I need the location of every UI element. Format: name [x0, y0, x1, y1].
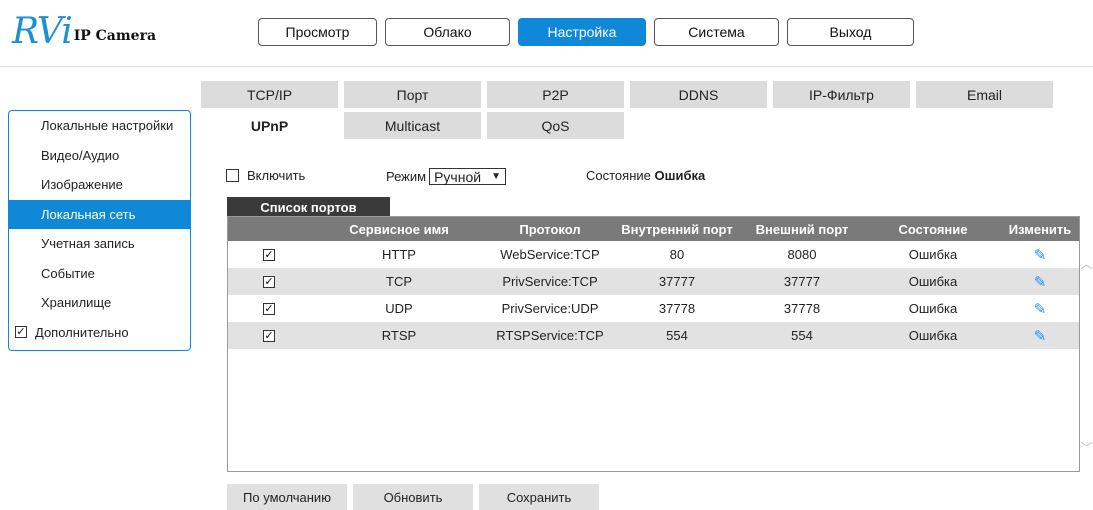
pencil-icon[interactable]: ✎: [1034, 300, 1047, 318]
row-internal-port: 554: [666, 328, 688, 343]
col-external-port: Внешний порт: [755, 221, 849, 237]
row-internal-port: 37778: [658, 301, 696, 316]
sidebar: Локальные настройки Видео/Аудио Изображе…: [8, 110, 191, 351]
row-state: Ошибка: [908, 274, 958, 289]
nav-view-button[interactable]: Просмотр: [258, 18, 377, 46]
advanced-checkbox[interactable]: ✓: [15, 326, 27, 339]
sidebar-item-account[interactable]: Учетная запись: [9, 229, 190, 259]
tab-ip-filter[interactable]: IP-Фильтр: [773, 81, 910, 108]
pencil-icon[interactable]: ✎: [1034, 273, 1047, 291]
col-service-name: Сервисное имя: [349, 221, 449, 237]
top-nav: Просмотр Облако Настройка Система Выход: [258, 18, 914, 46]
row-state: Ошибка: [908, 247, 958, 262]
state-value: Ошибка: [654, 168, 706, 183]
refresh-button[interactable]: Обновить: [353, 484, 473, 510]
pencil-icon[interactable]: ✎: [1034, 327, 1047, 345]
row-external-port: 37777: [783, 274, 821, 289]
port-list: Сервисное имя Протокол Внутренний порт В…: [227, 216, 1080, 472]
port-table-header: Сервисное имя Протокол Внутренний порт В…: [228, 217, 1079, 241]
row-state: Ошибка: [908, 328, 958, 343]
row-service-name: RTSP: [381, 328, 417, 343]
row-service-name: UDP: [385, 301, 413, 316]
state-label: Состояние: [586, 168, 651, 183]
enable-control: Включить: [226, 168, 305, 183]
tab-ddns[interactable]: DDNS: [630, 81, 767, 108]
header-divider: [0, 66, 1093, 67]
port-list-title: Список портов: [227, 197, 390, 217]
table-row: ✓ UDP PrivService:UDP 37778 37778 Ошибка…: [228, 295, 1079, 322]
nav-system-button[interactable]: Система: [654, 18, 779, 46]
tab-email[interactable]: Email: [916, 81, 1053, 108]
action-buttons: По умолчанию Обновить Сохранить: [227, 484, 599, 510]
row-protocol: RTSPService:TCP: [496, 328, 604, 343]
row-checkbox[interactable]: ✓: [263, 248, 275, 261]
tab-p2p[interactable]: P2P: [487, 81, 624, 108]
scroll-up-icon[interactable]: ︿: [1080, 255, 1093, 271]
row-internal-port: 80: [669, 247, 685, 262]
row-service-name: TCP: [386, 274, 412, 289]
col-edit: Изменить: [1008, 221, 1072, 237]
save-button[interactable]: Сохранить: [479, 484, 599, 510]
chevron-down-icon: ▼: [491, 171, 501, 182]
scroll-down-icon[interactable]: ﹀: [1080, 439, 1093, 455]
nav-cloud-button[interactable]: Облако: [385, 18, 510, 46]
row-internal-port: 37777: [658, 274, 696, 289]
mode-select[interactable]: Ручной ▼: [429, 168, 506, 185]
mode-control: Режим Ручной ▼: [386, 168, 506, 185]
table-row: ✓ HTTP WebService:TCP 80 8080 Ошибка ✎: [228, 241, 1079, 268]
network-tabs: TCP/IP Порт P2P DDNS IP-Фильтр Email UPn…: [201, 81, 1053, 139]
enable-checkbox[interactable]: [226, 169, 239, 182]
col-state: Состояние: [898, 221, 968, 237]
default-button[interactable]: По умолчанию: [227, 484, 347, 510]
row-external-port: 37778: [783, 301, 821, 316]
table-row: ✓ RTSP RTSPService:TCP 554 554 Ошибка ✎: [228, 322, 1079, 349]
row-state: Ошибка: [908, 301, 958, 316]
pencil-icon[interactable]: ✎: [1034, 246, 1047, 264]
tab-port[interactable]: Порт: [344, 81, 481, 108]
sidebar-item-advanced-label: Дополнительно: [35, 324, 129, 340]
table-row: ✓ TCP PrivService:TCP 37777 37777 Ошибка…: [228, 268, 1079, 295]
logo-text: IP Camera: [73, 28, 157, 44]
sidebar-item-local-settings[interactable]: Локальные настройки: [9, 111, 190, 141]
col-internal-port: Внутренний порт: [621, 221, 733, 237]
enable-label: Включить: [247, 168, 306, 183]
sidebar-item-advanced[interactable]: ✓ Дополнительно: [9, 318, 190, 348]
row-checkbox[interactable]: ✓: [263, 275, 275, 288]
row-external-port: 554: [791, 328, 813, 343]
scrollbar[interactable]: ︿ ﹀: [1080, 241, 1093, 472]
row-protocol: PrivService:UDP: [501, 301, 599, 316]
mode-value: Ручной: [434, 168, 482, 185]
sidebar-item-event[interactable]: Событие: [9, 259, 190, 289]
nav-exit-button[interactable]: Выход: [787, 18, 914, 46]
logo: RVi IP Camera: [12, 14, 156, 50]
col-protocol: Протокол: [519, 221, 581, 237]
sidebar-item-storage[interactable]: Хранилище: [9, 288, 190, 318]
row-external-port: 8080: [787, 247, 817, 262]
logo-mark: RVi: [12, 11, 73, 52]
nav-settings-button[interactable]: Настройка: [518, 18, 646, 46]
row-protocol: PrivService:TCP: [502, 274, 598, 289]
sidebar-item-network[interactable]: Локальная сеть: [9, 199, 190, 229]
row-checkbox[interactable]: ✓: [263, 329, 275, 342]
sidebar-item-video-audio[interactable]: Видео/Аудио: [9, 141, 190, 171]
tab-upnp[interactable]: UPnP: [201, 112, 338, 139]
row-service-name: HTTP: [382, 247, 416, 262]
row-protocol: WebService:TCP: [500, 247, 600, 262]
tab-multicast[interactable]: Multicast: [344, 112, 481, 139]
state-control: Состояние Ошибка: [586, 168, 705, 183]
tab-qos[interactable]: QoS: [487, 112, 624, 139]
tab-tcpip[interactable]: TCP/IP: [201, 81, 338, 108]
sidebar-item-image[interactable]: Изображение: [9, 170, 190, 200]
mode-label: Режим: [386, 169, 427, 184]
row-checkbox[interactable]: ✓: [263, 302, 275, 315]
